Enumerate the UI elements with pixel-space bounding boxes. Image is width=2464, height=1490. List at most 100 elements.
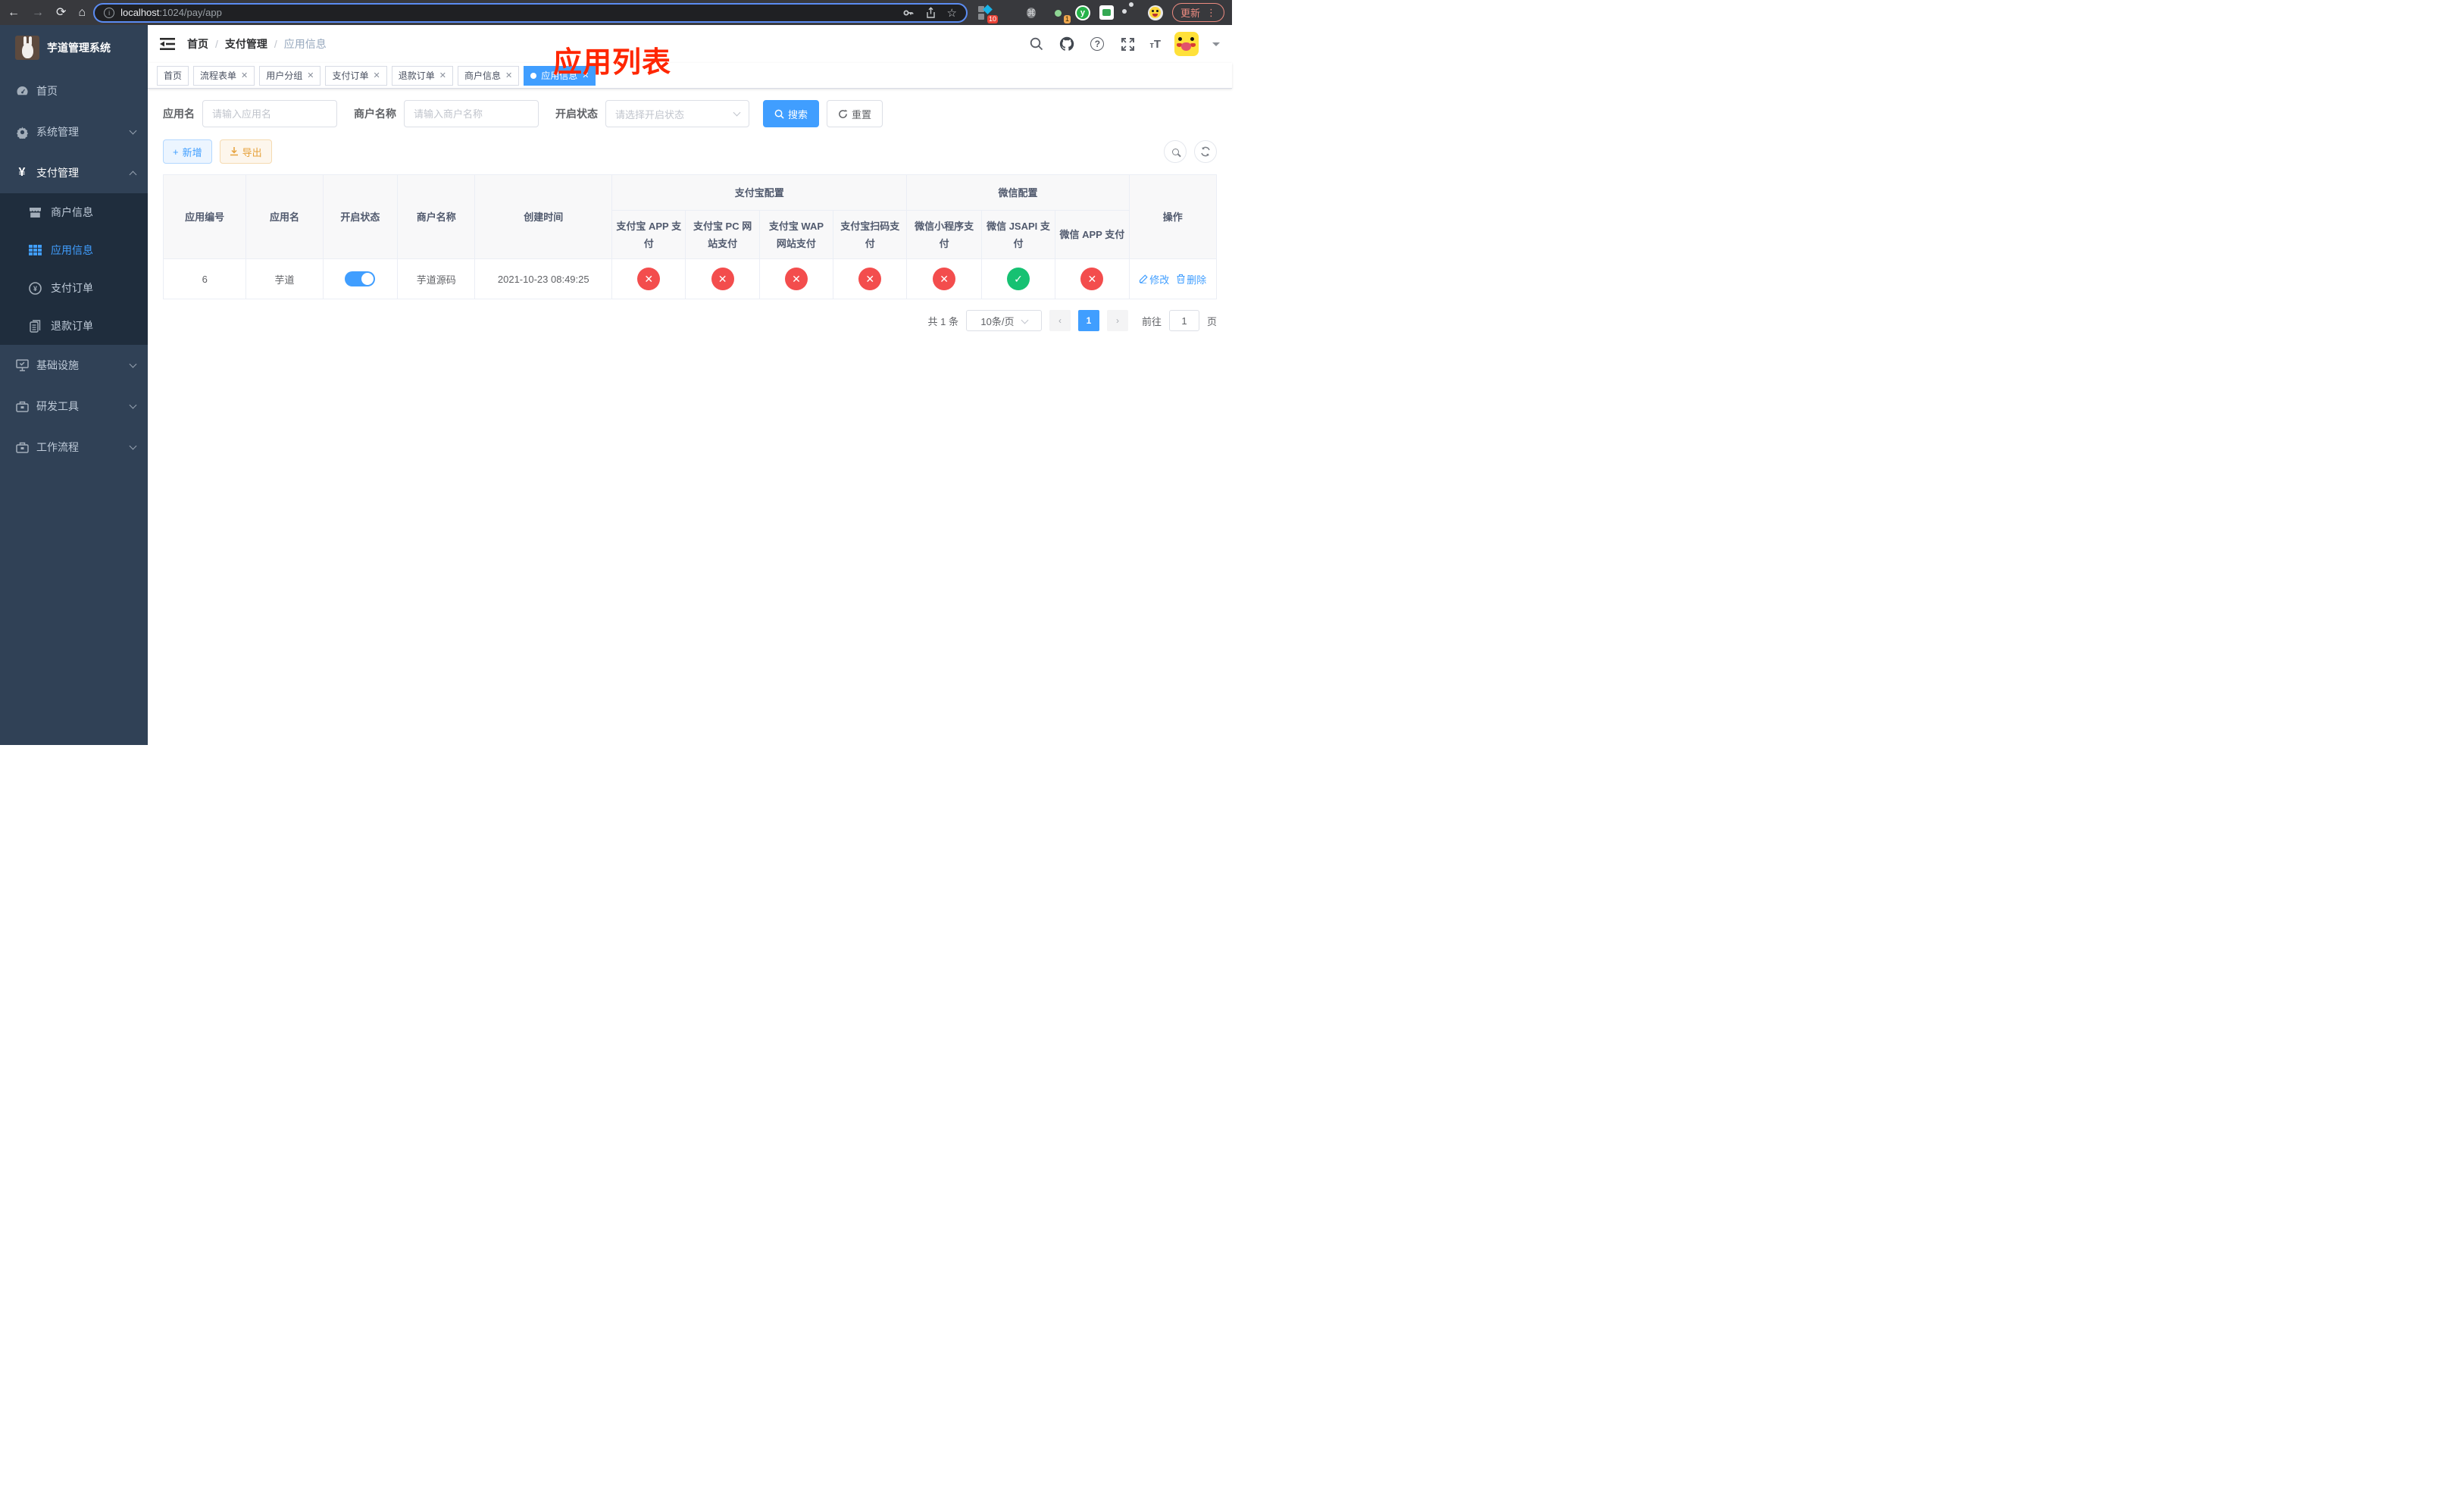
close-icon[interactable]: ✕ <box>307 70 314 80</box>
user-avatar[interactable] <box>1174 32 1199 56</box>
command-extension-icon[interactable]: ⌘ <box>1026 5 1042 20</box>
sidebar-item-infrastructure[interactable]: 基础设施 <box>0 345 148 386</box>
app-title: 芋道管理系统 <box>47 42 111 54</box>
site-info-icon[interactable]: i <box>104 7 115 18</box>
breadcrumb-current: 应用信息 <box>283 38 327 50</box>
tab-process-form[interactable]: 流程表单 ✕ <box>193 65 255 86</box>
sidebar-item-pay-orders[interactable]: ¥ 支付订单 <box>0 269 148 307</box>
page-size-select[interactable]: 10条/页 <box>965 310 1042 331</box>
delete-link[interactable]: 删除 <box>1177 272 1206 286</box>
url-text[interactable]: localhost:1024/pay/app <box>120 7 896 18</box>
browser-menu-icon[interactable]: ⋮ <box>1206 7 1216 19</box>
export-button[interactable]: 导出 <box>219 139 272 164</box>
alipay-qr-status-badge: ✕ <box>858 268 882 290</box>
extensions-puzzle-icon[interactable] <box>1124 5 1139 20</box>
search-icon[interactable] <box>1028 36 1045 52</box>
show-search-button[interactable] <box>1164 140 1187 163</box>
col-merchant: 商户名称 <box>397 174 476 259</box>
chrome-update-button[interactable]: 更新 ⋮ <box>1171 3 1224 22</box>
password-key-icon[interactable] <box>902 7 915 19</box>
breadcrumb-home[interactable]: 首页 <box>187 36 208 52</box>
merchant-name-input[interactable] <box>404 100 539 127</box>
table-toolbar: + 新增 导出 <box>163 139 1217 164</box>
document-icon <box>29 319 42 333</box>
kite-extension-icon[interactable] <box>1002 5 1018 20</box>
fullscreen-icon[interactable] <box>1119 36 1136 52</box>
col-status: 开启状态 <box>322 174 399 259</box>
session-extension-icon[interactable]: 1 <box>1051 5 1071 23</box>
page-annotation-title: 应用列表 <box>553 47 672 79</box>
next-page-button[interactable]: › <box>1106 310 1128 331</box>
forward-icon[interactable]: → <box>32 6 44 19</box>
tab-user-group[interactable]: 用户分组 ✕ <box>259 65 321 86</box>
tab-merchant-info[interactable]: 商户信息 ✕ <box>457 65 520 86</box>
cell-app-id: 6 <box>162 258 247 299</box>
sidebar-item-system[interactable]: 系统管理 <box>0 111 148 152</box>
chevron-up-icon <box>129 171 137 178</box>
sidebar-item-home[interactable]: 首页 <box>0 70 148 111</box>
reload-icon[interactable]: ⟳ <box>56 6 66 19</box>
tab-home[interactable]: 首页 <box>157 65 189 86</box>
toolbox-icon <box>15 399 29 413</box>
app-logo-image <box>15 36 39 60</box>
app-name-label: 应用名 <box>163 108 195 120</box>
sidebar-item-dev-tools[interactable]: 研发工具 <box>0 386 148 427</box>
search-button[interactable]: 搜索 <box>763 100 820 127</box>
sidebar-item-refund-orders[interactable]: 退款订单 <box>0 307 148 345</box>
breadcrumb-payment[interactable]: 支付管理 <box>225 36 267 52</box>
browser-nav: ← → ⟳ ⌂ <box>8 6 86 19</box>
blocks-extension-icon[interactable]: 10 <box>977 4 998 23</box>
sidebar-item-merchant-info[interactable]: 商户信息 <box>0 193 148 231</box>
app-name-input[interactable] <box>202 100 337 127</box>
add-button[interactable]: + 新增 <box>163 139 212 164</box>
plus-icon: + <box>173 146 179 158</box>
bookmark-star-icon[interactable]: ☆ <box>947 6 957 20</box>
hamburger-icon[interactable] <box>160 36 175 52</box>
tab-refund-orders[interactable]: 退款订单 ✕ <box>391 65 453 86</box>
github-icon[interactable] <box>1058 36 1075 52</box>
close-icon[interactable]: ✕ <box>505 70 512 80</box>
browser-extensions: 10 ⌘ 1 y 更新 ⋮ <box>977 3 1224 23</box>
edit-pencil-icon <box>1140 274 1148 283</box>
close-icon[interactable]: ✕ <box>374 70 380 80</box>
sidebar-item-payment[interactable]: ¥ 支付管理 <box>0 152 148 193</box>
top-navbar: 首页 / 支付管理 / 应用信息 ? тT <box>148 25 1232 63</box>
sidebar-item-app-info[interactable]: 应用信息 <box>0 231 148 269</box>
prev-page-button[interactable]: ‹ <box>1049 310 1071 331</box>
wechat-mini-status-badge: ✕ <box>933 268 956 290</box>
tab-pay-orders[interactable]: 支付订单 ✕ <box>325 65 387 86</box>
chat-extension-icon[interactable] <box>1099 5 1115 20</box>
payment-submenu: 商户信息 应用信息 ¥ 支付订单 退款订单 <box>0 193 148 345</box>
trash-icon <box>1177 274 1185 283</box>
download-icon <box>230 147 238 156</box>
edit-link[interactable]: 修改 <box>1139 272 1169 286</box>
app-table: 应用编号 应用名 开启状态 商户名称 创建时间 支付宝配置 微信配置 操作 支付… <box>162 174 1218 299</box>
status-toggle[interactable] <box>345 271 376 286</box>
help-icon[interactable]: ? <box>1089 36 1105 52</box>
home-icon[interactable]: ⌂ <box>78 6 86 19</box>
browser-profile-avatar[interactable] <box>1147 5 1163 20</box>
col-alipay-wap: 支付宝 WAP 网站支付 <box>758 210 834 259</box>
dashboard-icon <box>15 84 29 98</box>
cell-app-name: 芋道 <box>245 258 324 299</box>
close-icon[interactable]: ✕ <box>241 70 248 80</box>
filter-form: 应用名 商户名称 开启状态 请选择开启状态 搜索 重置 <box>163 100 1217 127</box>
refresh-button[interactable] <box>1194 140 1217 163</box>
y-extension-icon[interactable]: y <box>1074 5 1090 20</box>
page-number-1[interactable]: 1 <box>1077 310 1099 331</box>
avatar-caret-icon[interactable] <box>1212 42 1220 50</box>
merchant-name-label: 商户名称 <box>354 108 396 120</box>
store-icon <box>29 206 42 219</box>
font-size-icon[interactable]: тT <box>1149 38 1161 51</box>
status-select[interactable]: 请选择开启状态 <box>605 100 749 127</box>
sidebar-logo[interactable]: 芋道管理系统 <box>0 25 148 70</box>
address-bar[interactable]: i localhost:1024/pay/app ☆ <box>93 2 968 23</box>
sidebar-item-workflow[interactable]: 工作流程 <box>0 427 148 468</box>
col-wechat-app: 微信 APP 支付 <box>1055 210 1130 259</box>
reset-button[interactable]: 重置 <box>827 100 883 127</box>
close-icon[interactable]: ✕ <box>439 70 446 80</box>
col-app-name: 应用名 <box>245 174 324 259</box>
jump-page-input[interactable] <box>1168 310 1199 331</box>
back-icon[interactable]: ← <box>8 6 20 19</box>
share-icon[interactable] <box>925 6 937 19</box>
